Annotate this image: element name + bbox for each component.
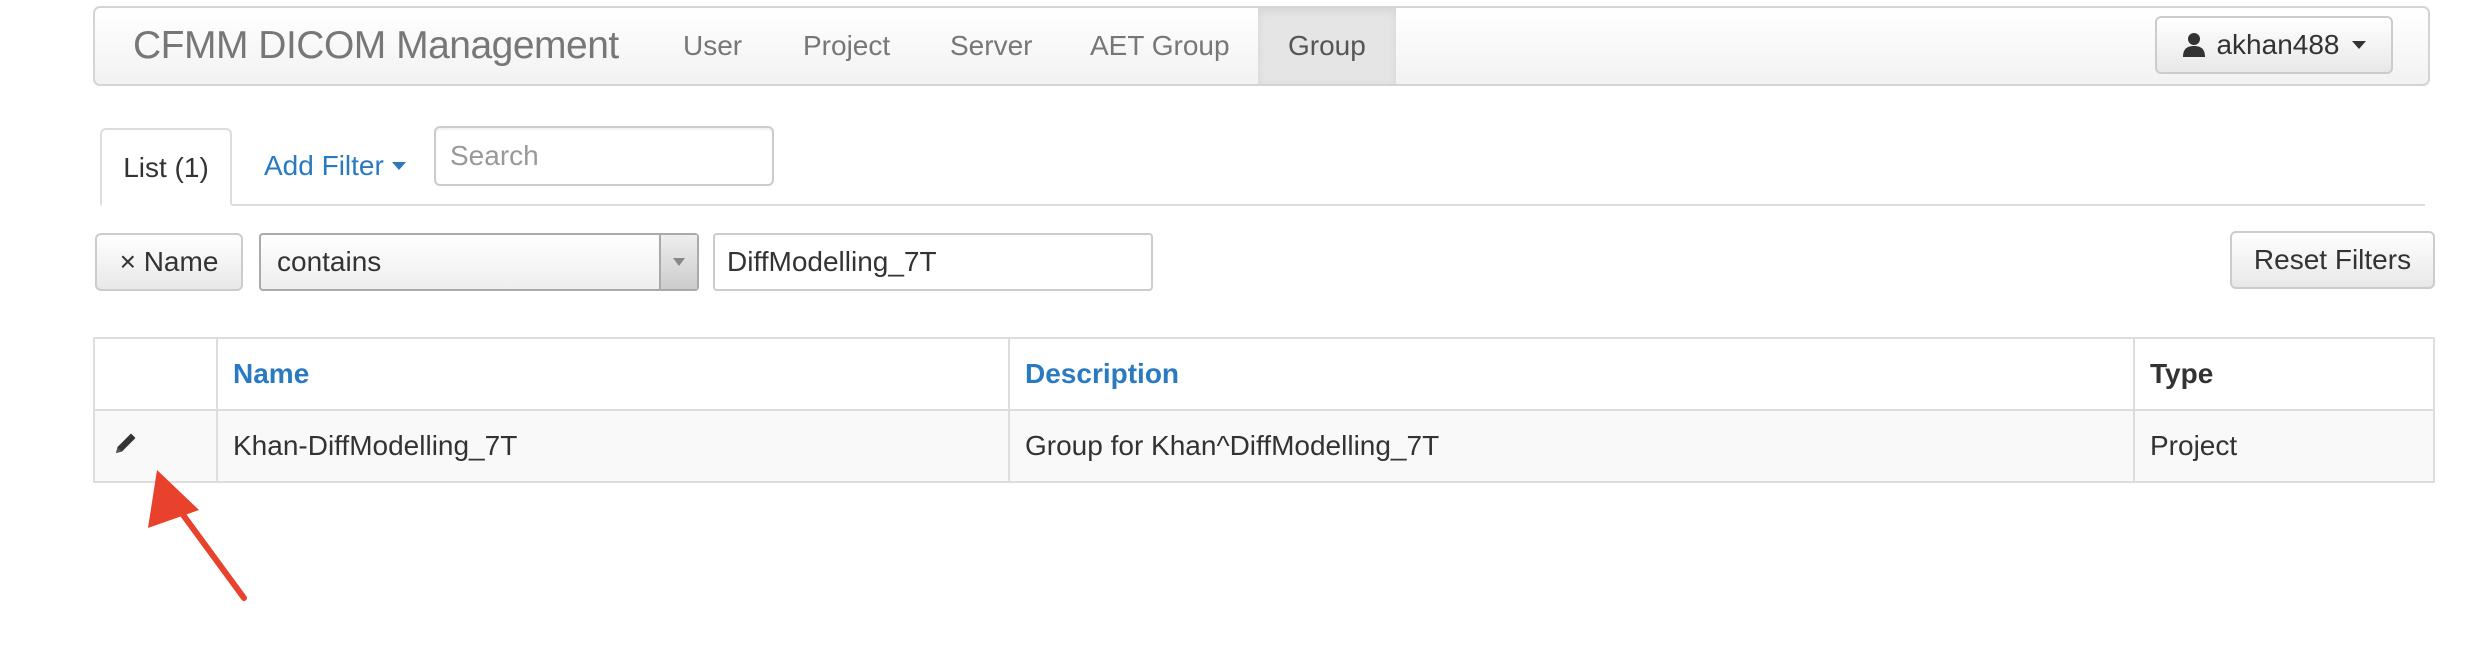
remove-name-filter-button[interactable]: × Name <box>95 233 243 291</box>
tabs-divider <box>100 204 2425 206</box>
add-filter-label: Add Filter <box>264 150 384 181</box>
pencil-icon[interactable] <box>110 429 140 464</box>
brand-title[interactable]: CFMM DICOM Management <box>133 8 619 84</box>
table-cell-description: Group for Khan^DiffModelling_7T <box>1008 409 2135 483</box>
filter-operator-value: contains <box>277 246 382 277</box>
table-header-row: Name Description Type <box>93 337 2435 411</box>
nav-link-aet-group[interactable]: AET Group <box>1090 8 1230 84</box>
select-arrow <box>659 235 697 289</box>
nav-link-project[interactable]: Project <box>803 8 890 84</box>
add-filter-dropdown[interactable]: Add Filter <box>264 128 406 204</box>
chevron-down-icon <box>391 162 406 170</box>
table-cell-name: Khan-DiffModelling_7T <box>216 409 1010 483</box>
user-menu-button[interactable]: akhan488 <box>2155 16 2393 74</box>
filter-operator-select[interactable]: contains <box>259 233 699 291</box>
chevron-down-icon <box>2351 41 2366 49</box>
user-menu-label: akhan488 <box>2216 29 2340 60</box>
table-cell-actions <box>93 409 218 483</box>
column-header-actions <box>93 337 218 411</box>
user-icon <box>2183 33 2206 57</box>
chevron-down-icon <box>673 258 685 266</box>
column-header-type: Type <box>2133 337 2435 411</box>
tab-list[interactable]: List (1) <box>100 128 232 206</box>
filter-value-input[interactable] <box>713 233 1153 291</box>
column-header-description[interactable]: Description <box>1008 337 2135 411</box>
table-row: Khan-DiffModelling_7T Group for Khan^Dif… <box>93 409 2435 483</box>
column-header-name[interactable]: Name <box>216 337 1010 411</box>
reset-filters-button[interactable]: Reset Filters <box>2230 231 2435 289</box>
nav-link-server[interactable]: Server <box>950 8 1032 84</box>
nav-link-user[interactable]: User <box>683 8 742 84</box>
navbar: CFMM DICOM Management User Project Serve… <box>93 6 2430 86</box>
search-input[interactable] <box>434 126 774 186</box>
nav-link-group[interactable]: Group <box>1258 8 1396 84</box>
group-table: Name Description Type Khan-DiffModelling… <box>93 337 2435 483</box>
table-cell-type: Project <box>2133 409 2435 483</box>
arrow-icon <box>148 470 247 601</box>
